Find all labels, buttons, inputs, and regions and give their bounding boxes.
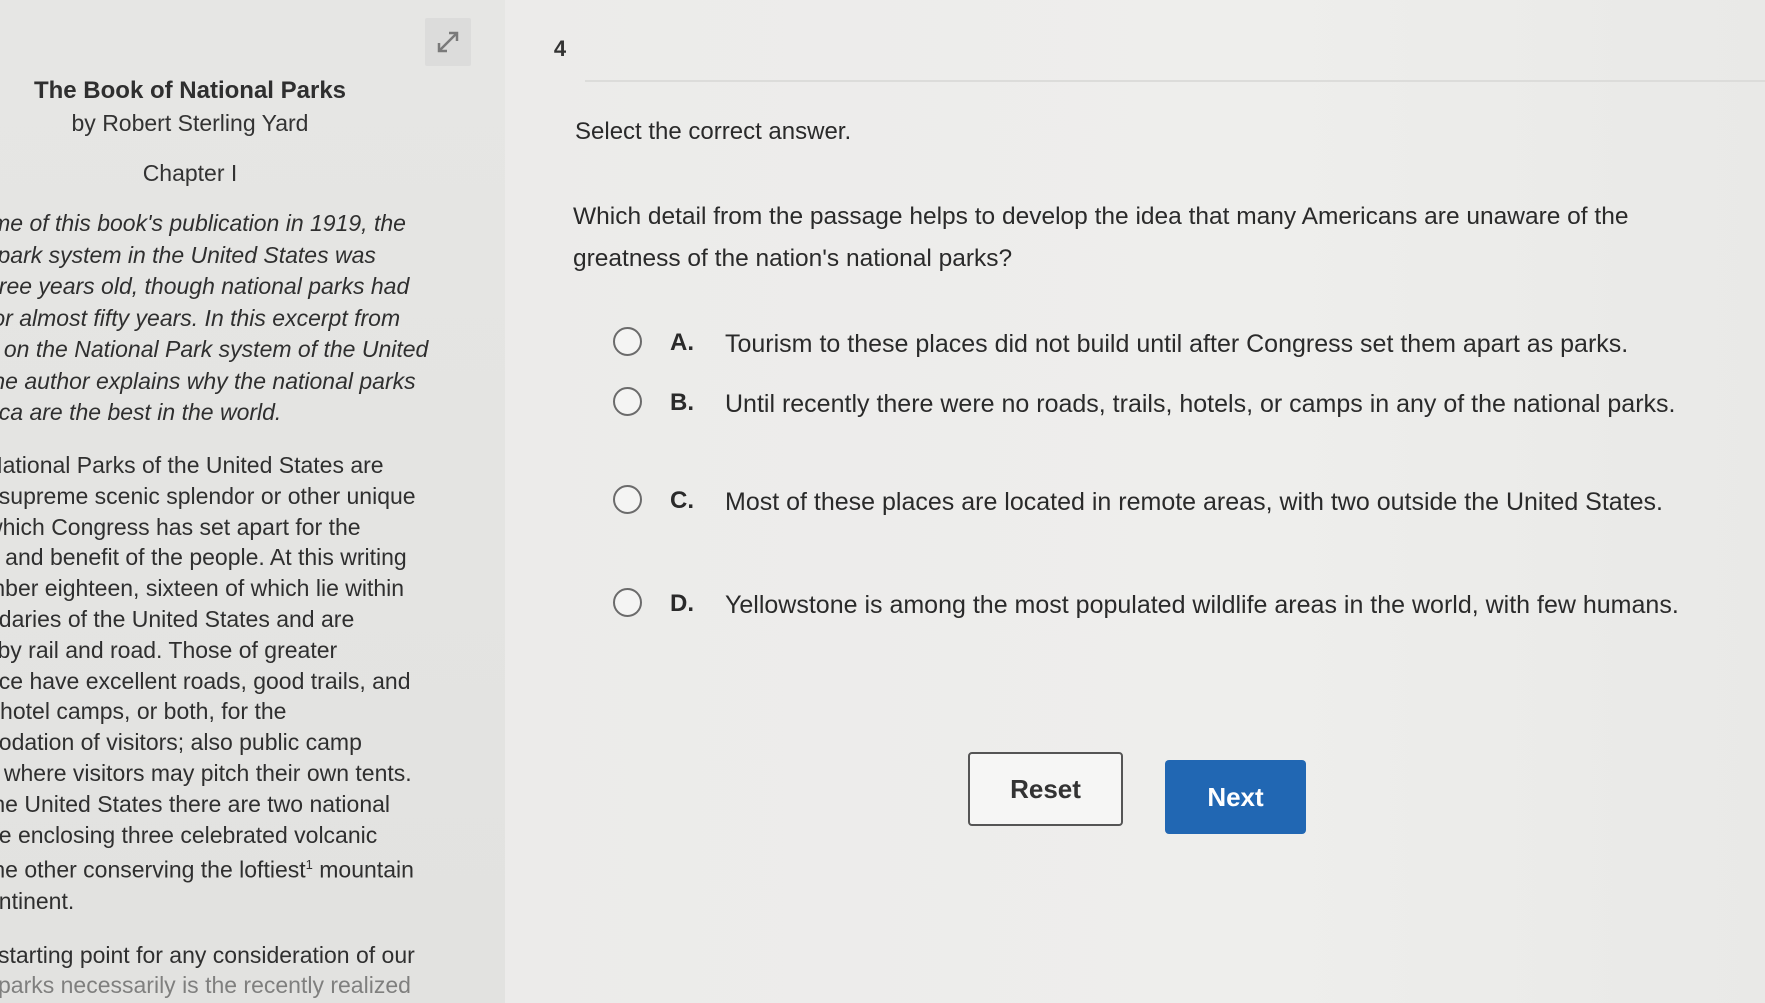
next-button[interactable]: Next bbox=[1165, 760, 1306, 834]
reading-panel[interactable]: The Book of National Parks by Robert Ste… bbox=[0, 0, 505, 1003]
passage-line-text: the other conserving the loftiest bbox=[0, 857, 306, 884]
passage-line: nodation of visitors; also public camp bbox=[0, 729, 362, 756]
passage-line: starting point for any consideration of … bbox=[0, 942, 415, 968]
radio-button[interactable] bbox=[613, 485, 642, 514]
answer-option-b[interactable]: B. Until recently there were no roads, t… bbox=[613, 384, 1693, 424]
passage-line: ontinent. bbox=[0, 887, 75, 914]
radio-button[interactable] bbox=[613, 327, 642, 356]
reset-button[interactable]: Reset bbox=[968, 752, 1123, 826]
passage-line: the other conserving the loftiest1 mount… bbox=[0, 850, 446, 885]
book-author: by Robert Sterling Yard bbox=[71, 110, 309, 136]
passage-line: the United States there are two national bbox=[0, 790, 391, 817]
answer-option-d[interactable]: D. Yellowstone is among the most populat… bbox=[613, 585, 1693, 625]
option-text: Yellowstone is among the most populated … bbox=[725, 591, 1679, 619]
chapter-heading: Chapter I bbox=[142, 160, 238, 186]
passage-line: which Congress has set apart for the bbox=[0, 513, 361, 540]
intro-paragraph: ime of this book's publication in 1919, … bbox=[0, 208, 456, 429]
option-text: Most of these places are located in remo… bbox=[725, 488, 1664, 516]
intro-line: l park system in the United States was bbox=[0, 241, 376, 268]
intro-line: hree years old, though national parks ha… bbox=[0, 273, 410, 299]
intro-line: k on the National Park system of the Uni… bbox=[0, 336, 429, 362]
passage-line: National Parks of the United States are bbox=[0, 452, 384, 478]
passage-line: ne enclosing three celebrated volcanic bbox=[0, 821, 378, 848]
header-divider bbox=[585, 80, 1765, 82]
intro-line: ime of this book's publication in 1919, … bbox=[0, 210, 406, 236]
passage-line: s where visitors may pitch their own ten… bbox=[0, 759, 412, 786]
book-title: The Book of National Parks bbox=[33, 77, 347, 104]
footnote-marker[interactable]: 1 bbox=[306, 857, 313, 872]
answer-option-c[interactable]: C. Most of these places are located in r… bbox=[613, 482, 1693, 522]
option-letter: B. bbox=[670, 389, 694, 416]
question-number-tab[interactable]: 4 bbox=[535, 18, 585, 80]
option-letter: C. bbox=[670, 487, 694, 514]
passage-line: f supreme scenic splendor or other uniqu… bbox=[0, 482, 416, 509]
passage-paragraph: National Parks of the United States are … bbox=[0, 450, 446, 917]
passage-paragraph-2: starting point for any consideration of … bbox=[0, 940, 458, 1000]
intro-line: the author explains why the national par… bbox=[0, 367, 416, 394]
passage-line: ndaries of the United States and are bbox=[0, 605, 355, 632]
option-text: Tourism to these places did not build un… bbox=[725, 330, 1629, 358]
passage-line: mber eighteen, sixteen of which lie with… bbox=[0, 575, 405, 602]
radio-button[interactable] bbox=[613, 588, 642, 617]
expand-button[interactable] bbox=[425, 18, 471, 66]
answer-option-a[interactable]: A. Tourism to these places did not build… bbox=[613, 324, 1693, 364]
passage-line: e and benefit of the people. At this wri… bbox=[0, 544, 407, 571]
passage-line: parks necessarily is the recently realiz… bbox=[0, 972, 411, 998]
option-text: Until recently there were no roads, trai… bbox=[725, 390, 1676, 418]
passage-line: nce have excellent roads, good trails, a… bbox=[0, 667, 411, 694]
expand-arrows-icon bbox=[437, 31, 459, 53]
intro-line: for almost fifty years. In this excerpt … bbox=[0, 304, 401, 331]
option-letter: D. bbox=[670, 590, 694, 617]
instruction-text: Select the correct answer. bbox=[575, 118, 852, 145]
passage-line: r hotel camps, or both, for the bbox=[0, 698, 287, 725]
option-letter: A. bbox=[670, 329, 694, 356]
passage-line-text: mountain bbox=[312, 857, 414, 884]
question-prompt: Which detail from the passage helps to d… bbox=[573, 203, 1629, 272]
radio-button[interactable] bbox=[613, 387, 642, 416]
intro-line: rica are the best in the world. bbox=[0, 399, 282, 425]
passage-line: l by rail and road. Those of greater bbox=[0, 636, 338, 663]
question-panel: 4 Select the correct answer. Which detai… bbox=[505, 0, 1765, 1003]
